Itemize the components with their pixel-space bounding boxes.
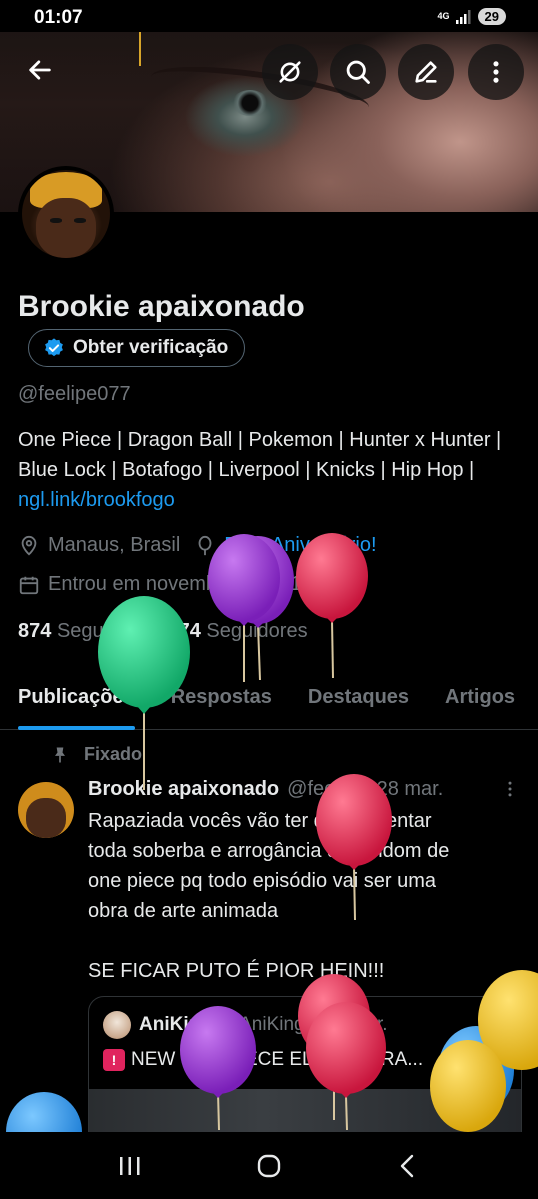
location-pin-icon: [21, 535, 37, 556]
post-header: Brookie apaixonado @feel... · 28 mar.: [88, 778, 443, 801]
following-link[interactable]: 874 Seguindo: [18, 620, 141, 643]
edit-pen-icon: [415, 61, 437, 83]
location-text: Manaus, Brasil: [48, 534, 181, 556]
search-icon: [346, 60, 370, 84]
birthday-link[interactable]: Feliz Aniversário!: [224, 534, 376, 557]
tab-articles[interactable]: Artigos: [427, 670, 533, 730]
followers-link[interactable]: 474 Seguidores: [167, 620, 307, 643]
post-line: [88, 926, 518, 956]
post-line: obra de arte animada: [88, 900, 279, 922]
quote-author: AniKing: [139, 1014, 212, 1035]
home-icon: [257, 1154, 281, 1177]
more-vertical-icon: [508, 781, 512, 797]
followers-count: 474: [167, 620, 201, 642]
calendar-icon: [19, 576, 39, 594]
pin-icon: [55, 747, 65, 762]
post-line: SE FICAR PUTO É PIOR HEIN!!!: [88, 960, 385, 982]
back-button[interactable]: [14, 44, 66, 96]
chevron-left-icon: [401, 1154, 414, 1177]
system-back-button[interactable]: [378, 1141, 438, 1191]
recent-apps-button[interactable]: [100, 1141, 160, 1191]
profile-handle: @feelipe077: [18, 383, 131, 405]
post-text: Rapaziada vocês vão ter que aguentar tod…: [88, 806, 518, 986]
post-author[interactable]: Brookie apaixonado: [88, 778, 279, 801]
post-date: · 28 mar.: [364, 778, 444, 800]
network-indicator: 4G: [437, 11, 450, 21]
profile-name: Brookie apaixonado: [18, 290, 305, 323]
profile-tabs: Publicações Respostas Destaques Artigos: [0, 670, 538, 730]
back-arrow-icon: [29, 60, 51, 80]
more-options-button[interactable]: [468, 44, 524, 100]
home-button[interactable]: [239, 1141, 299, 1191]
pinned-label: Fixado: [84, 744, 143, 764]
post-line: Rapaziada vocês vão ter que aguentar: [88, 810, 432, 832]
siren-emoji-icon: !: [103, 1049, 125, 1071]
system-navigation-bar: [0, 1132, 538, 1199]
bio-link[interactable]: ngl.link/brookfogo: [18, 489, 175, 511]
pinned-indicator: Fixado: [50, 744, 142, 765]
grok-slash-icon: [279, 61, 301, 83]
follow-counts: 874 Seguindo 474 Seguidores: [18, 620, 308, 643]
profile-bio: One Piece | Dragon Ball | Pokemon | Hunt…: [18, 425, 528, 515]
more-vertical-icon: [493, 61, 499, 83]
battery-indicator: 29: [477, 8, 506, 25]
bio-text: One Piece | Dragon Ball | Pokemon | Hunt…: [18, 429, 502, 481]
quote-date: · 23 mar.: [312, 1014, 388, 1035]
joined-row: Entrou em novembro de 2015: [18, 573, 337, 596]
followers-label: Seguidores: [206, 620, 308, 642]
recent-apps-icon: [119, 1156, 140, 1175]
status-time: 01:07: [34, 7, 83, 28]
joined-text: Entrou em novembro de 2015: [48, 573, 313, 595]
quote-text: NEW ONE PIECE ELBAPH TRA...: [131, 1049, 424, 1070]
signal-icon: [455, 9, 471, 24]
status-bar: 01:07 4G 29: [0, 0, 538, 36]
tab-posts[interactable]: Publicações: [0, 670, 153, 730]
tab-replies[interactable]: Respostas: [153, 670, 290, 730]
following-label: Seguindo: [56, 620, 142, 642]
get-verified-label: Obter verificação: [73, 337, 229, 358]
balloon-icon: [198, 535, 212, 555]
profile-avatar[interactable]: [18, 166, 114, 262]
chevron-right-icon[interactable]: [321, 577, 337, 593]
post-avatar[interactable]: [18, 782, 74, 838]
verified-badge-icon: [45, 338, 63, 357]
balloon-purple-1: [222, 536, 294, 681]
get-verified-button[interactable]: Obter verificação: [28, 329, 246, 367]
grok-button[interactable]: [262, 44, 318, 100]
post-line: toda soberba e arrogância da fandom de: [88, 840, 450, 862]
profile-meta-row: Manaus, Brasil Feliz Aniversário!: [18, 534, 377, 557]
quote-handle: @AniKing: [219, 1014, 305, 1035]
post-more-button[interactable]: [500, 778, 520, 806]
following-count: 874: [18, 620, 52, 642]
post-handle: @feel...: [287, 778, 357, 800]
tab-highlights[interactable]: Destaques: [290, 670, 427, 730]
quote-avatar: [103, 1011, 131, 1039]
edit-profile-button[interactable]: [398, 44, 454, 100]
search-button[interactable]: [330, 44, 386, 100]
post-line: one piece pq todo episódio vai ser uma: [88, 870, 437, 892]
